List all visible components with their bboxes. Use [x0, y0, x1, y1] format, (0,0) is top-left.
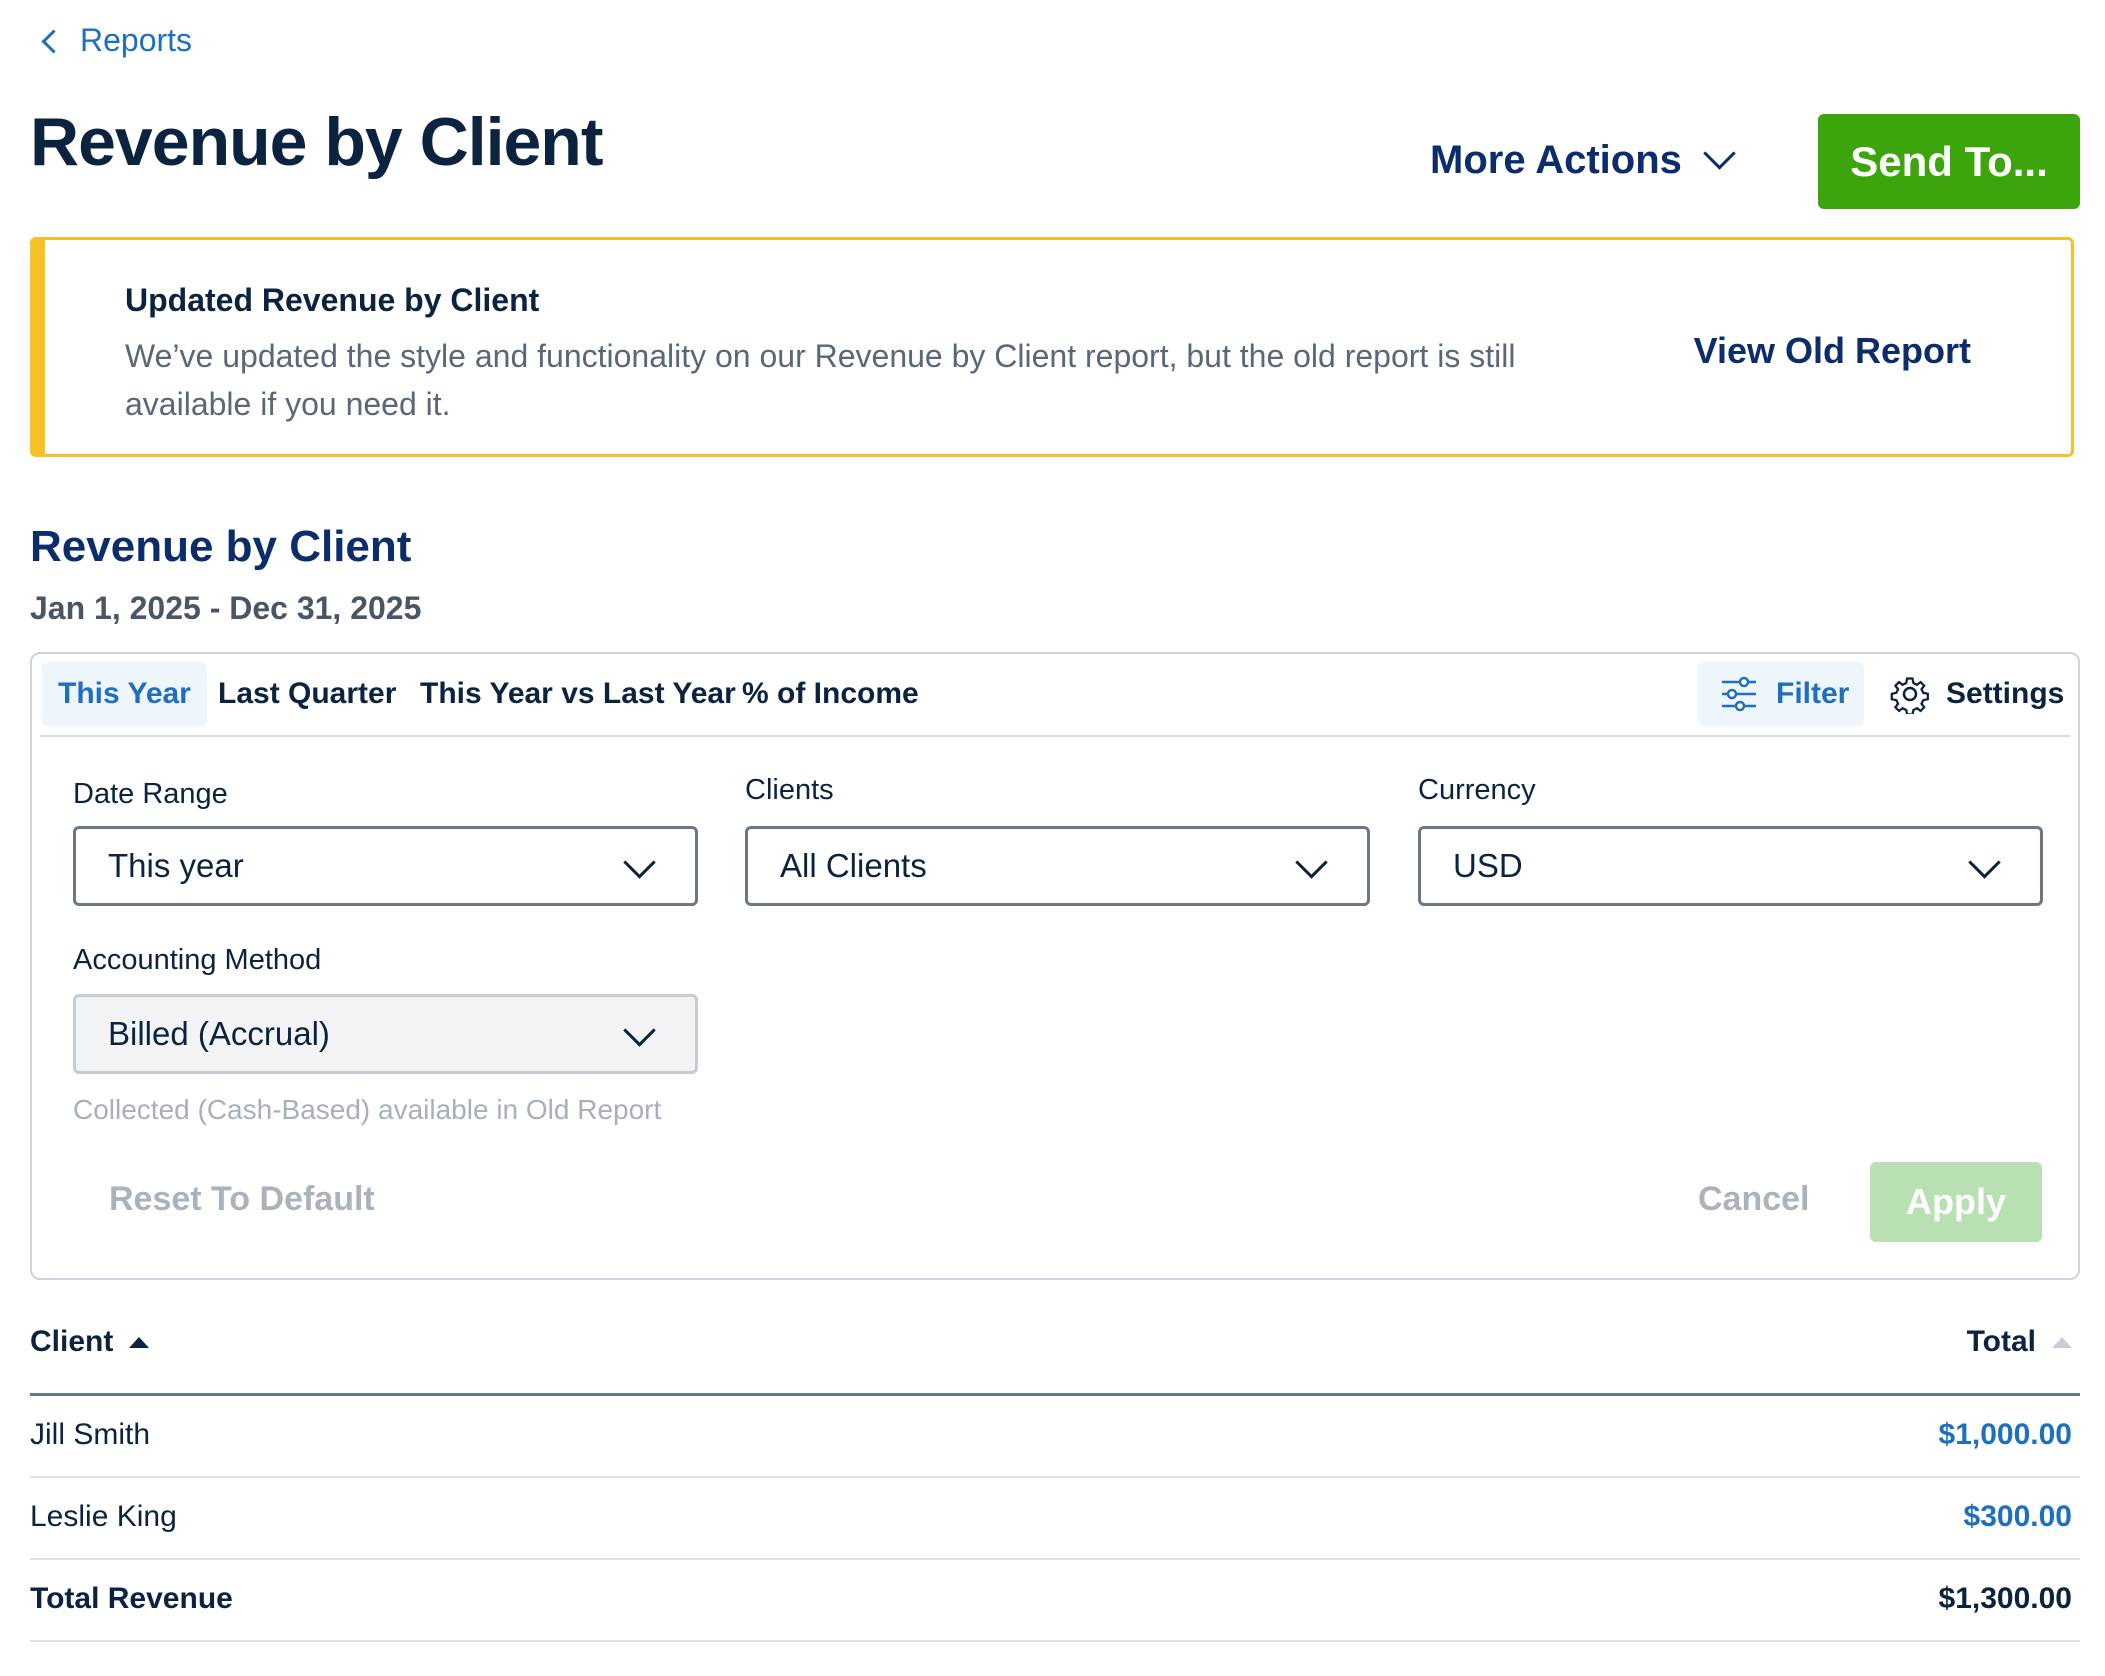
reset-to-default-button[interactable]: Reset To Default — [109, 1180, 375, 1219]
table-row: Jill Smith $1,000.00 — [30, 1396, 2080, 1478]
chevron-left-icon — [41, 29, 66, 54]
breadcrumb-reports[interactable]: Reports — [41, 22, 193, 59]
apply-button[interactable]: Apply — [1870, 1162, 2042, 1242]
breadcrumb-label: Reports — [80, 22, 193, 58]
total-revenue-value: $1,300.00 — [1938, 1582, 2072, 1615]
report-date-range: Jan 1, 2025 - Dec 31, 2025 — [30, 590, 422, 626]
filter-label: Filter — [1776, 677, 1850, 710]
tab-this-year[interactable]: This Year — [42, 662, 207, 726]
page-title: Revenue by Client — [30, 104, 603, 180]
gear-icon — [1890, 677, 1929, 714]
chevron-down-icon — [1295, 846, 1328, 879]
accounting-method-select[interactable]: Billed (Accrual) — [73, 994, 698, 1074]
notice-title: Updated Revenue by Client — [125, 282, 540, 318]
currency-value: USD — [1453, 847, 1523, 884]
more-actions-button[interactable]: More Actions — [1430, 137, 1736, 183]
total-header-label: Total — [1966, 1325, 2036, 1358]
client-header-label: Client — [30, 1325, 114, 1358]
accounting-method-hint: Collected (Cash-Based) available in Old … — [73, 1094, 662, 1125]
client-name: Jill Smith — [30, 1418, 151, 1451]
chevron-down-icon — [1968, 846, 2001, 879]
send-to-button[interactable]: Send To... — [1818, 114, 2080, 209]
sort-icon — [2052, 1336, 2072, 1348]
tab-this-year-vs-last-year[interactable]: This Year vs Last Year — [420, 662, 736, 726]
filter-button[interactable]: Filter — [1698, 662, 1864, 726]
client-total-link[interactable]: $300.00 — [1964, 1500, 2072, 1534]
client-column-header[interactable]: Client — [30, 1325, 150, 1359]
sort-ascending-icon — [129, 1336, 150, 1348]
clients-label: Clients — [745, 774, 834, 806]
chevron-down-icon — [623, 846, 656, 879]
total-column-header[interactable]: Total — [1967, 1325, 2072, 1359]
chevron-down-icon — [623, 1014, 656, 1047]
date-range-value: This year — [108, 847, 244, 884]
accounting-method-label: Accounting Method — [73, 944, 322, 976]
chevron-down-icon — [1703, 137, 1736, 170]
clients-value: All Clients — [780, 847, 927, 884]
client-total-link[interactable]: $1,000.00 — [1939, 1418, 2072, 1452]
date-range-select[interactable]: This year — [73, 826, 698, 906]
more-actions-label: More Actions — [1430, 138, 1682, 182]
report-options-panel: This Year Last Quarter This Year vs Last… — [30, 652, 2080, 1280]
view-old-report-link[interactable]: View Old Report — [1694, 330, 1971, 372]
settings-label: Settings — [1946, 677, 2065, 710]
client-name: Leslie King — [30, 1500, 177, 1533]
cancel-button[interactable]: Cancel — [1698, 1180, 1810, 1219]
currency-select[interactable]: USD — [1418, 826, 2043, 906]
tab-last-quarter[interactable]: Last Quarter — [218, 662, 396, 726]
table-row: Leslie King $300.00 — [30, 1478, 2080, 1560]
report-title: Revenue by Client — [30, 522, 412, 571]
date-range-label: Date Range — [73, 778, 228, 810]
clients-select[interactable]: All Clients — [745, 826, 1370, 906]
accounting-method-value: Billed (Accrual) — [108, 1015, 330, 1052]
total-revenue-label: Total Revenue — [30, 1582, 233, 1615]
currency-label: Currency — [1418, 774, 1536, 806]
settings-button[interactable]: Settings — [1890, 662, 2064, 726]
tabs-divider — [40, 735, 2070, 737]
tab-percent-of-income[interactable]: % of Income — [742, 662, 919, 726]
filter-sliders-icon — [1722, 676, 1756, 712]
notice-body: We’ve updated the style and functionalit… — [125, 338, 1516, 422]
update-notice-banner: Updated Revenue by Client We’ve updated … — [30, 237, 2074, 457]
total-revenue-row: Total Revenue $1,300.00 — [30, 1560, 2080, 1642]
